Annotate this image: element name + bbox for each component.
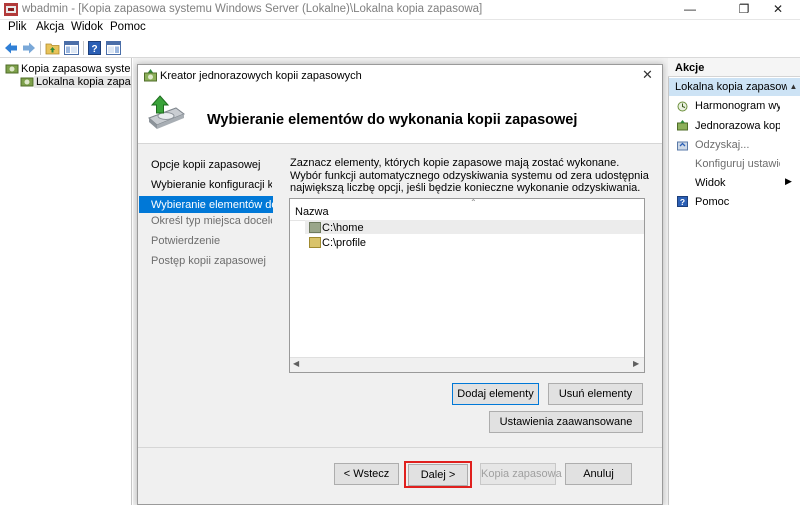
horizontal-scrollbar[interactable] [290, 357, 644, 372]
dialog-close-button[interactable]: ✕ [642, 67, 653, 83]
action-help[interactable]: Pomoc [695, 196, 775, 208]
local-backup-icon [20, 77, 34, 87]
list-item[interactable]: C:\profile [322, 237, 366, 249]
step-destination-type: Określ typ miejsca docelowego [151, 215, 272, 227]
wbadmin-app-icon [4, 3, 18, 16]
dialog-heading: Wybieranie elementów do wykonania kopii … [207, 112, 578, 128]
list-column-name[interactable]: Nazwa [295, 206, 329, 218]
actions-section-local-backup[interactable]: Lokalna kopia zapasowa [669, 78, 800, 96]
svg-text:?: ? [680, 197, 685, 207]
recover-icon [677, 141, 688, 151]
console-tree-pane [0, 58, 132, 505]
minimize-button[interactable]: — [668, 0, 712, 20]
next-button-highlight [404, 461, 472, 488]
svg-text:?: ? [91, 44, 97, 55]
item-checkbox-icon[interactable] [309, 222, 321, 233]
collapse-section-icon[interactable]: ▲ [787, 79, 800, 95]
window-title: wbadmin - [Kopia zapasowa systemu Window… [22, 3, 483, 15]
list-item[interactable]: C:\home [322, 222, 364, 234]
tree-item-root[interactable]: Kopia zapasowa systemu Windows Server (L… [21, 63, 131, 75]
scroll-right-icon[interactable]: ▶ [633, 359, 639, 368]
show-hide-tree-icon[interactable] [64, 41, 79, 55]
dialog-title: Kreator jednorazowych kopii zapasowych [160, 70, 362, 82]
dialog-footer-divider [138, 447, 662, 448]
remove-items-button[interactable]: Usuń elementy [548, 383, 643, 405]
help-icon[interactable]: ? [88, 41, 101, 55]
toolbar-separator [40, 41, 41, 55]
menu-pomoc[interactable]: Pomoc [110, 21, 146, 33]
cancel-button[interactable]: Anuluj [565, 463, 632, 485]
up-folder-icon[interactable] [45, 41, 60, 55]
backup-wizard-icon [148, 95, 186, 129]
backup-button: Kopia zapasowa [480, 463, 562, 485]
step-backup-progress: Postęp kopii zapasowej [151, 255, 266, 267]
dialog-backup-icon [144, 69, 157, 82]
step-select-items[interactable]: Wybieranie elementów do wykonania kopii … [139, 196, 273, 213]
dialog-description: Zaznacz elementy, których kopie zapasowe… [290, 157, 649, 194]
menu-widok[interactable]: Widok [71, 21, 103, 33]
step-confirmation: Potwierdzenie [151, 235, 221, 247]
backup-once-icon [677, 120, 688, 131]
action-schedule-backup[interactable]: Harmonogram wykonywania kopii zapasowych… [695, 100, 780, 112]
schedule-backup-icon [677, 101, 688, 112]
action-recover[interactable]: Odzyskaj... [695, 139, 780, 151]
sort-arrow-icon: ⌃ [470, 198, 477, 207]
add-items-button[interactable]: Dodaj elementy [452, 383, 539, 405]
back-button[interactable]: < Wstecz [334, 463, 399, 485]
menu-plik[interactable]: Plik [8, 21, 27, 33]
submenu-arrow-icon: ▶ [785, 176, 792, 186]
backup-root-icon [5, 64, 19, 74]
back-arrow-icon[interactable] [4, 41, 18, 55]
show-hide-action-pane-icon[interactable] [106, 41, 121, 55]
action-view[interactable]: Widok [695, 177, 755, 189]
actions-header: Akcje [668, 58, 800, 77]
help-icon: ? [677, 196, 688, 207]
tree-item-local-backup[interactable]: Lokalna kopia zapasowa [34, 76, 131, 88]
action-configure-performance[interactable]: Konfiguruj ustawienia wydajności... [695, 158, 780, 170]
advanced-settings-button[interactable]: Ustawienia zaawansowane [489, 411, 643, 433]
forward-arrow-icon[interactable] [22, 41, 36, 55]
step-select-configuration[interactable]: Wybieranie konfiguracji kopii zapasowej [150, 176, 272, 193]
toolbar-separator [83, 41, 84, 55]
scroll-left-icon[interactable]: ◀ [293, 359, 299, 368]
item-checkbox-icon[interactable] [309, 237, 321, 248]
menu-akcja[interactable]: Akcja [36, 21, 64, 33]
action-backup-once[interactable]: Jednorazowa kopia zapasowa... [695, 120, 780, 132]
close-window-button[interactable]: ✕ [756, 0, 800, 20]
step-backup-options[interactable]: Opcje kopii zapasowej [150, 156, 272, 173]
